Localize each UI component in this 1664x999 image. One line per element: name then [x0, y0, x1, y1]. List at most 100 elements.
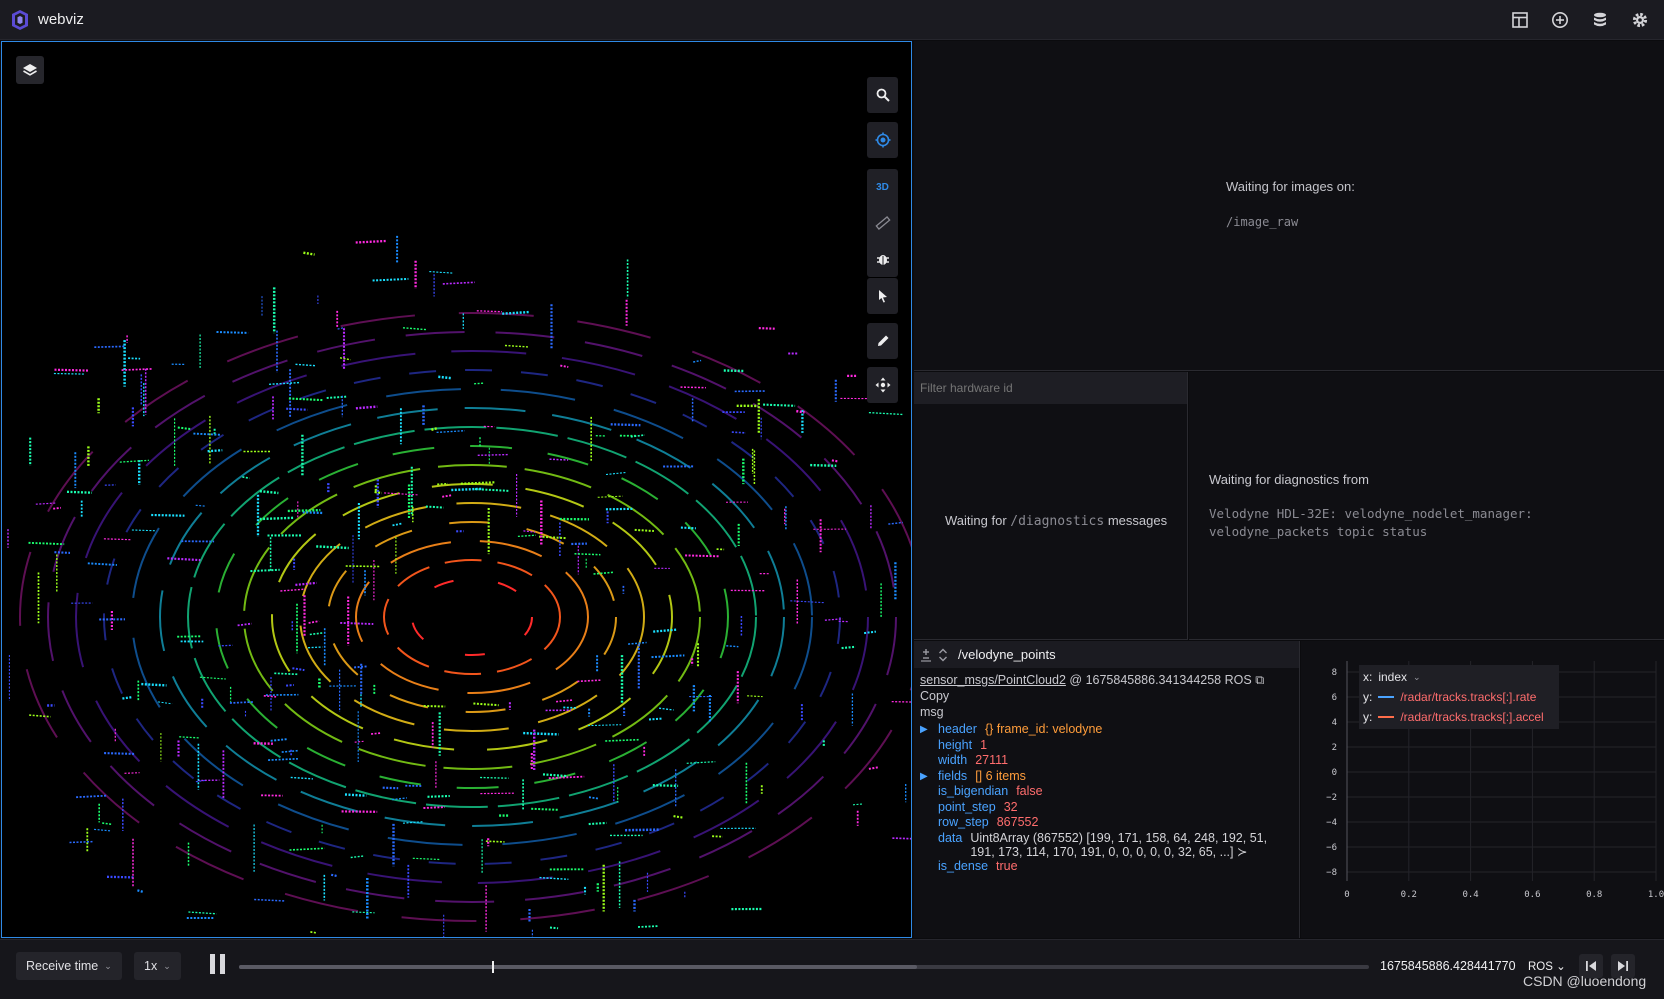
point-cluster	[355, 239, 386, 244]
point-cluster	[652, 784, 679, 788]
legend-series-rate[interactable]: y: /radar/tracks.tracks[:].rate	[1363, 687, 1555, 707]
message-tree: ▶ header{} frame_id: velodyne height 1 width…	[914, 720, 1299, 876]
move-icon	[875, 377, 890, 393]
chevron-down-icon: ⌄	[1413, 671, 1421, 682]
series-swatch	[1378, 696, 1395, 698]
point-cluster	[131, 529, 155, 532]
raw-message-meta: sensor_msgs/PointCloud2 @ 1675845886.341…	[914, 668, 1299, 720]
playback-scrubber[interactable]	[239, 961, 1369, 973]
expand-arrow-icon[interactable]: ▶	[920, 722, 930, 738]
data-source-icon[interactable]	[1588, 8, 1612, 32]
3d-toggle[interactable]: 3D	[867, 169, 898, 205]
field-value: {} frame_id: velodyne	[984, 722, 1103, 736]
bug-icon[interactable]	[867, 241, 898, 277]
expand-collapse-icon[interactable]	[938, 648, 948, 662]
point-cluster	[371, 732, 382, 735]
scan-ring	[47, 331, 897, 903]
point-cluster	[427, 794, 450, 798]
3d-viewport-panel[interactable]: 3D	[1, 41, 912, 938]
point-cluster	[574, 553, 601, 556]
pencil-icon	[877, 335, 888, 346]
message-field-point-step: point_step 32	[920, 800, 1293, 816]
message-field-is-dense: is_dense true	[920, 859, 1293, 875]
point-cluster	[588, 796, 600, 800]
point-cluster	[425, 505, 444, 509]
point-cluster	[747, 695, 763, 698]
point-cluster	[268, 757, 298, 761]
ruler-icon[interactable]	[867, 205, 898, 241]
point-cluster	[531, 807, 559, 811]
current-timestamp: 1675845886.428441770	[1380, 959, 1516, 973]
point-cluster	[597, 495, 623, 498]
legend-series-accel[interactable]: y: /radar/tracks.tracks[:].accel	[1363, 707, 1555, 727]
datatype-link[interactable]: sensor_msgs/PointCloud2	[920, 673, 1066, 687]
point-cluster	[648, 717, 662, 721]
expand-arrow-icon[interactable]: ▶	[920, 769, 930, 785]
point-cluster	[177, 426, 192, 431]
time-format-select[interactable]: ROS ⌄	[1528, 959, 1566, 973]
time-source-select[interactable]: Receive time ⌄	[16, 952, 122, 980]
cursor-icon	[878, 290, 887, 303]
point-cluster	[593, 571, 615, 575]
settings-icon[interactable]	[1628, 8, 1652, 32]
point-cluster	[693, 359, 702, 363]
raw-messages-header: /velodyne_points	[914, 641, 1299, 668]
layers-icon[interactable]	[16, 56, 44, 84]
point-cluster	[863, 630, 877, 635]
point-cluster	[476, 310, 503, 313]
point-cluster	[726, 645, 739, 648]
message-field-header[interactable]: ▶ header {} frame_id: velodyne	[920, 722, 1293, 738]
select-tool-button[interactable]	[867, 278, 898, 314]
message-field-fields[interactable]: ▶ fields [] 6 items	[920, 769, 1293, 785]
point-cluster	[680, 386, 706, 389]
point-cluster	[250, 568, 280, 573]
point-cluster	[274, 672, 298, 676]
hardware-id-filter-input[interactable]	[914, 372, 1187, 404]
point-cluster	[237, 622, 252, 627]
point-cluster	[303, 251, 315, 256]
search-button[interactable]	[867, 77, 898, 113]
point-cluster	[350, 855, 365, 859]
pan-tool-button[interactable]	[867, 367, 898, 403]
point-cluster	[352, 911, 375, 914]
copy-icon: ⧉	[1255, 673, 1265, 687]
point-cluster	[286, 684, 294, 687]
raw-topic-name[interactable]: /velodyne_points	[958, 647, 1056, 662]
pause-button[interactable]	[206, 954, 228, 978]
point-cluster	[158, 701, 173, 705]
field-value: true	[996, 858, 1018, 873]
point-cluster	[309, 632, 323, 636]
scan-ring	[383, 559, 561, 675]
diagnostics-summary-panel: Waiting for /diagnostics messages	[914, 372, 1188, 640]
point-cluster	[94, 828, 111, 832]
point-cluster	[473, 702, 499, 707]
diff-toggle-icon[interactable]	[920, 648, 932, 662]
point-cluster	[563, 706, 576, 709]
point-cluster	[712, 835, 723, 838]
point-cluster	[254, 898, 286, 902]
draw-tool-button[interactable]	[867, 323, 898, 359]
view-tools-group: 3D	[867, 169, 898, 277]
point-cluster	[412, 857, 441, 861]
chevron-down-icon: ⌄	[163, 960, 171, 971]
chevron-down-icon: ⌄	[1556, 961, 1566, 973]
scan-ring	[103, 369, 841, 865]
point-cluster	[628, 641, 647, 645]
playhead-knob[interactable]	[492, 961, 495, 973]
point-cluster	[292, 667, 305, 672]
point-cluster	[179, 736, 200, 739]
point-cloud-scene[interactable]	[2, 42, 912, 938]
layout-icon[interactable]	[1508, 8, 1532, 32]
plot-panel[interactable]: 8 6 4 2 0 −2 −4 −6 −8 0 0.2 0.4 0.6 0.8 1.0 x: index ⌄…	[1301, 641, 1664, 938]
follow-target-button[interactable]	[867, 122, 898, 158]
message-field-width: width 27111	[920, 753, 1293, 769]
point-cluster	[66, 490, 93, 494]
point-cluster	[831, 459, 839, 463]
y-tick-label: 2	[1332, 743, 1337, 753]
x-axis-selector[interactable]: x: index ⌄	[1363, 667, 1555, 687]
point-cluster	[517, 534, 536, 538]
field-key: data	[938, 830, 963, 845]
point-cluster	[891, 700, 911, 703]
add-panel-icon[interactable]	[1548, 8, 1572, 32]
playback-speed-select[interactable]: 1x ⌄	[134, 952, 181, 980]
